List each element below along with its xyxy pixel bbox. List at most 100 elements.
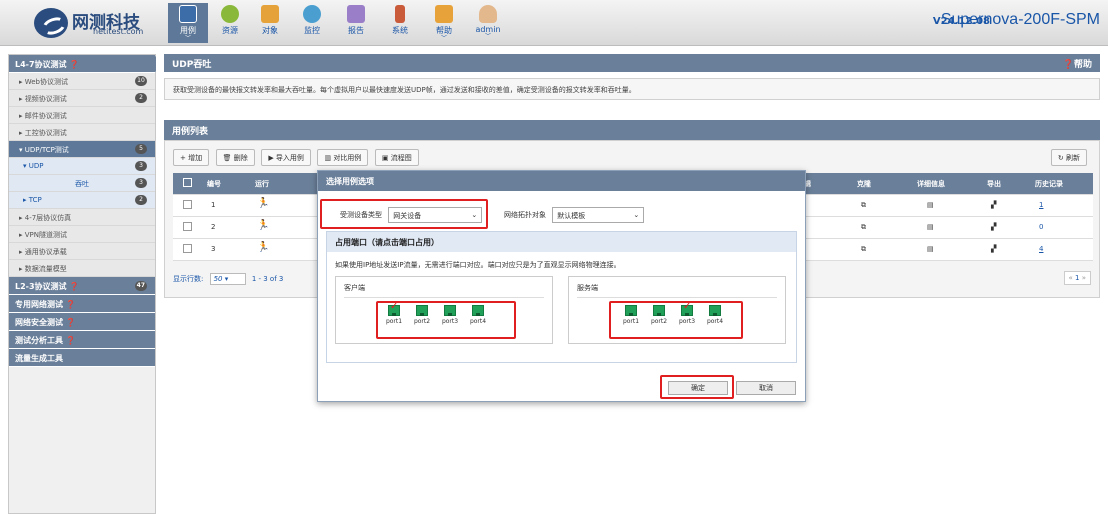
sidebar-item-protocol-sim[interactable]: ▸ 4-7层协议仿真 [9,209,155,226]
topology-row: 网络拓扑对象 默认模板 ⌄ [504,207,645,223]
logo-icon [34,8,68,38]
run-icon[interactable]: 🏃 [257,242,269,253]
chevron-down-icon: ﹀ [484,33,491,40]
nav-admin[interactable]: admin ﹀ [468,3,508,43]
nav-resource[interactable]: 资源 [210,3,250,43]
topology-select[interactable]: 默认模板 ⌄ [552,207,645,223]
run-icon[interactable]: 🏃 [257,220,269,231]
sidebar-section-l2-3[interactable]: L2-3协议测试 ❓ 47 [9,277,155,295]
test-case-icon [179,5,197,23]
device-type-select[interactable]: 网关设备 ⌄ [388,207,483,223]
add-button[interactable]: + 增加 [173,149,210,166]
nav-report[interactable]: 报告 [336,3,376,43]
history-link[interactable]: 4 [1039,245,1043,253]
export-icon[interactable]: ▞ [991,245,996,253]
clone-icon[interactable]: ⧉ [861,245,866,254]
help-circle-icon: ❓ [63,300,76,309]
compare-button[interactable]: ▥ 对比用例 [317,149,369,166]
sidebar-section-l4-7[interactable]: L4-7协议测试 ❓ [9,55,155,73]
detail-icon[interactable]: ▤ [927,223,934,231]
port-selection-section: 占用端口（请点击端口占用） 如果使用IP地址发送IP流量，无需进行端口对应。端口… [326,231,797,363]
server-label: 服务端 [577,284,598,292]
row-checkbox[interactable] [183,200,192,209]
ok-button[interactable]: 确定 [668,381,728,395]
page-range: 1 - 3 of 3 [251,275,284,283]
sidebar-collapse-arrow-icon[interactable] [146,56,156,72]
sidebar: L4-7协议测试 ❓ ▸ Web协议测试 10 ▸ 视频协议测试 2 ▸ 邮件协议测… [8,54,156,514]
delete-button[interactable]: 🗑 删除 [215,149,255,166]
cancel-button[interactable]: 取消 [736,381,796,395]
history-link[interactable]: 1 [1039,201,1043,209]
port-section-title: 占用端口（请点击端口占用） [327,232,796,252]
nav-monitor[interactable]: 监控 [292,3,332,43]
col-num: 编号 [207,180,221,188]
sidebar-item-web[interactable]: ▸ Web协议测试 10 [9,73,155,90]
select-all-checkbox[interactable] [183,178,192,187]
port-icon [416,305,428,316]
device-type-row: 受测设备类型 网关设备 ⌄ [340,207,483,223]
chevron-down-icon: ﹀ [184,35,191,42]
help-circle-icon: ❓ [69,60,80,69]
client-port2[interactable]: port2 [410,305,434,325]
run-icon[interactable]: 🏃 [257,198,269,209]
nav-help[interactable]: 帮助 ﹀ [424,3,464,43]
test-description: 获取受测设备的最快报文转发率和最大吞吐量。每个虚拟用户以最快速度发送UDP帧，通… [164,78,1100,100]
flowchart-button[interactable]: ▣ 流程图 [374,149,419,166]
top-bar: 网测科技 netitest.com 用例 ﹀ 资源 对象 监控 报告 系统 帮助… [0,0,1108,46]
client-port3[interactable]: port3 [438,305,462,325]
client-port4[interactable]: port4 [466,305,490,325]
col-history: 历史记录 [1035,180,1063,188]
checkmark-icon: ✓ [390,301,399,312]
checkmark-icon: ✓ [683,301,692,312]
sidebar-item-industrial[interactable]: ▸ 工控协议测试 [9,124,155,141]
row-checkbox[interactable] [183,222,192,231]
sidebar-item-vpn[interactable]: ▸ VPN隧道测试 [9,226,155,243]
chart-icon: ▥ [324,154,334,162]
col-clone: 克隆 [857,180,871,188]
help-link[interactable]: ❓帮助 [1063,57,1092,70]
nav-system[interactable]: 系统 [380,3,420,43]
server-port1[interactable]: port1 [619,305,643,325]
port-icon [625,305,637,316]
sidebar-item-generic-protocol[interactable]: ▸ 通用协议承载 [9,243,155,260]
case-list-title: 用例列表 [164,120,1100,140]
sidebar-section-traffic-gen[interactable]: 流量生成工具 [9,349,155,367]
sidebar-section-network-security[interactable]: 网络安全测试 ❓ [9,313,155,331]
sidebar-item-mail[interactable]: ▸ 邮件协议测试 [9,107,155,124]
history-link[interactable]: 0 [1039,223,1043,231]
sidebar-item-tcp[interactable]: ▸ TCP 2 [9,192,155,209]
import-button[interactable]: ▶ 导入用例 [261,149,311,166]
export-icon[interactable]: ▞ [991,201,996,209]
clone-icon[interactable]: ⧉ [861,201,866,210]
logo-domain: netitest.com [93,27,144,36]
sidebar-item-udp[interactable]: ▾ UDP 3 [9,158,155,175]
page-size-select[interactable]: 50 ▾ [209,273,246,285]
detail-icon[interactable]: ▤ [927,201,934,209]
export-icon[interactable]: ▞ [991,223,996,231]
server-port2[interactable]: port2 [647,305,671,325]
page-title: UDP吞吐 [172,60,212,70]
col-export: 导出 [987,180,1001,188]
nav-test-case[interactable]: 用例 ﹀ [168,3,208,43]
server-port3[interactable]: ✓ port3 [675,301,699,325]
pager: 显示行数: 50 ▾ 1 - 3 of 3 [173,273,284,285]
flowchart-icon: ▣ [381,154,391,162]
nav-object[interactable]: 对象 [250,3,290,43]
sidebar-item-video[interactable]: ▸ 视频协议测试 2 [9,90,155,107]
sidebar-section-dedicated-network[interactable]: 专用网络测试 ❓ [9,295,155,313]
client-port1[interactable]: ✓ port1 [382,301,406,325]
sidebar-item-throughput[interactable]: 吞吐 3 [9,175,155,192]
row-checkbox[interactable] [183,244,192,253]
server-side: 服务端 port1 port2 ✓ port3 port4 [568,276,786,344]
sidebar-item-udp-tcp[interactable]: ▾ UDP/TCP测试 5 [9,141,155,158]
sidebar-item-traffic-model[interactable]: ▸ 数据流量模型 [9,260,155,277]
pagination[interactable]: « 1 » [1063,271,1091,285]
system-icon [395,5,405,23]
port-icon [709,305,721,316]
import-icon: ▶ [268,154,276,162]
clone-icon[interactable]: ⧉ [861,223,866,232]
sidebar-section-analysis-tools[interactable]: 测试分析工具 ❓ [9,331,155,349]
server-port4[interactable]: port4 [703,305,727,325]
detail-icon[interactable]: ▤ [927,245,934,253]
refresh-button[interactable]: ↻ 刷新 [1050,149,1087,166]
